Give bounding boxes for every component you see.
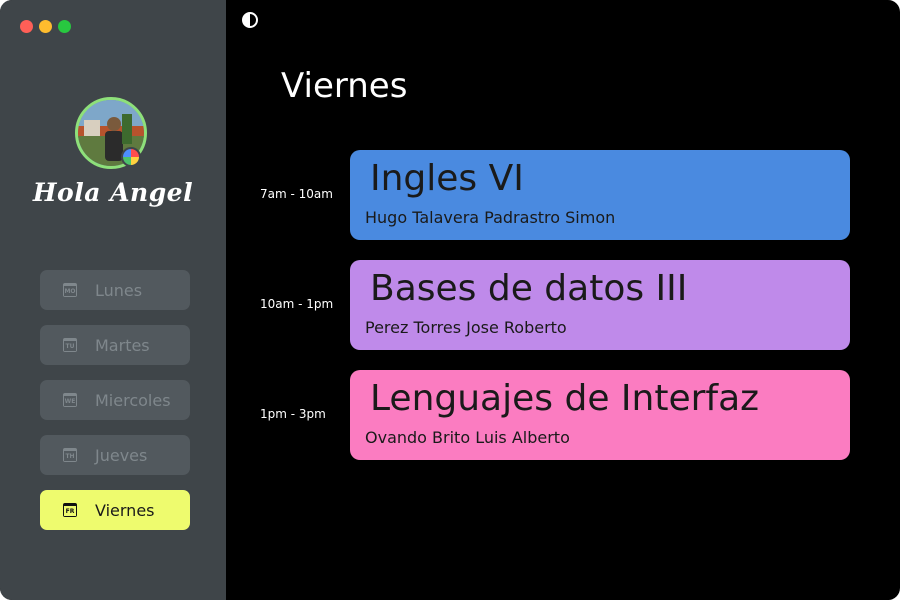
- class-slot: 1pm - 3pm Lenguajes de Interfaz Ovando B…: [226, 370, 900, 460]
- calendar-icon: TH: [63, 448, 77, 462]
- calendar-icon: WE: [63, 393, 77, 407]
- class-subject: Ingles VI: [370, 158, 524, 199]
- nav-item-label: Miercoles: [95, 390, 171, 410]
- calendar-icon: MO: [63, 283, 77, 297]
- class-teacher: Hugo Talavera Padrastro Simon: [365, 208, 616, 227]
- day-nav: MO Lunes TU Martes WE Miercoles TH Jueve…: [40, 270, 190, 545]
- minimize-window-button[interactable]: [39, 20, 52, 33]
- avatar[interactable]: [75, 97, 147, 169]
- class-time: 1pm - 3pm: [260, 407, 326, 421]
- nav-item-label: Lunes: [95, 280, 143, 300]
- app-window: Hola Angel MO Lunes TU Martes WE Miercol…: [0, 0, 900, 600]
- status-badge: [121, 147, 141, 167]
- class-slot: 7am - 10am Ingles VI Hugo Talavera Padra…: [226, 150, 900, 240]
- nav-item-label: Viernes: [95, 500, 155, 520]
- nav-item-miercoles[interactable]: WE Miercoles: [40, 380, 190, 420]
- nav-item-label: Jueves: [95, 445, 148, 465]
- maximize-window-button[interactable]: [58, 20, 71, 33]
- class-card[interactable]: Lenguajes de Interfaz Ovando Brito Luis …: [350, 370, 850, 460]
- class-card[interactable]: Ingles VI Hugo Talavera Padrastro Simon: [350, 150, 850, 240]
- nav-item-martes[interactable]: TU Martes: [40, 325, 190, 365]
- main-panel: Viernes 7am - 10am Ingles VI Hugo Talave…: [226, 0, 900, 600]
- window-controls: [20, 20, 71, 33]
- class-teacher: Perez Torres Jose Roberto: [365, 318, 567, 337]
- sidebar: Hola Angel MO Lunes TU Martes WE Miercol…: [0, 0, 226, 600]
- page-title: Viernes: [281, 66, 408, 106]
- close-window-button[interactable]: [20, 20, 33, 33]
- class-card[interactable]: Bases de datos III Perez Torres Jose Rob…: [350, 260, 850, 350]
- calendar-icon: FR: [63, 503, 77, 517]
- class-subject: Lenguajes de Interfaz: [370, 378, 760, 419]
- class-subject: Bases de datos III: [370, 268, 688, 309]
- class-time: 10am - 1pm: [260, 297, 334, 311]
- calendar-icon: TU: [63, 338, 77, 352]
- contrast-icon[interactable]: [242, 12, 258, 28]
- nav-item-lunes[interactable]: MO Lunes: [40, 270, 190, 310]
- greeting-text: Hola Angel: [32, 178, 194, 207]
- class-teacher: Ovando Brito Luis Alberto: [365, 428, 570, 447]
- nav-item-label: Martes: [95, 335, 150, 355]
- class-slot: 10am - 1pm Bases de datos III Perez Torr…: [226, 260, 900, 350]
- nav-item-jueves[interactable]: TH Jueves: [40, 435, 190, 475]
- nav-item-viernes[interactable]: FR Viernes: [40, 490, 190, 530]
- class-time: 7am - 10am: [260, 187, 333, 201]
